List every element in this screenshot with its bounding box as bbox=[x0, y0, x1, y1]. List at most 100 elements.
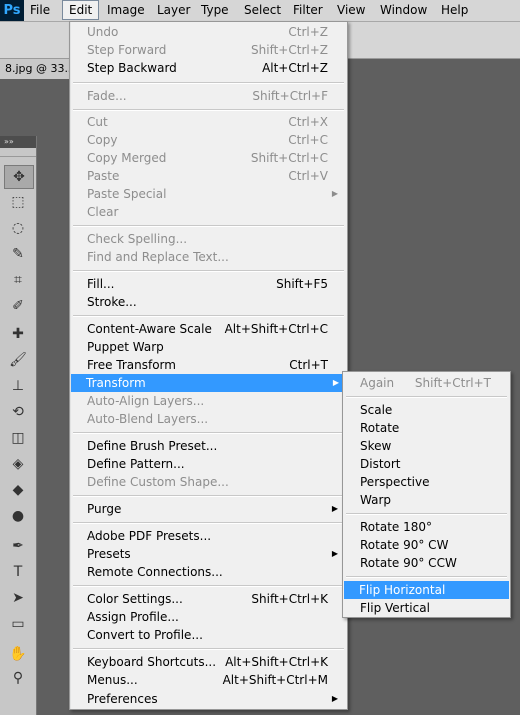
pen-tool-icon[interactable]: ✒ bbox=[4, 535, 32, 557]
menu-separator bbox=[73, 585, 344, 587]
edit-menu-item-content-aware-scale[interactable]: Content-Aware Scale Alt+Shift+Ctrl+C bbox=[72, 320, 345, 338]
type-tool-icon[interactable]: T bbox=[4, 561, 32, 583]
document-tab[interactable]: 8.jpg @ 33.3 bbox=[0, 59, 72, 79]
menu-item-label: Skew bbox=[360, 439, 392, 453]
tools-panel-header[interactable]: »» bbox=[0, 136, 36, 148]
crop-tool-icon[interactable]: ⌗ bbox=[4, 269, 32, 291]
edit-menu-item-copy: Copy Ctrl+C bbox=[72, 131, 345, 149]
submenu-arrow-icon: ▶ bbox=[332, 378, 339, 387]
menu-image[interactable]: Image bbox=[101, 0, 151, 20]
eyedropper-tool-icon[interactable]: ✐ bbox=[4, 295, 32, 317]
history-brush-tool-icon[interactable]: ⟲ bbox=[4, 401, 32, 423]
edit-menu-item-convert-to-profile[interactable]: Convert to Profile... bbox=[72, 626, 345, 644]
marquee-tool-icon[interactable]: ⬚ bbox=[4, 191, 32, 213]
move-tool-icon[interactable]: ✥ bbox=[4, 165, 34, 189]
blur-tool-icon[interactable]: ◆ bbox=[4, 479, 32, 501]
menu-item-label: Stroke... bbox=[87, 295, 137, 309]
edit-menu-item-puppet-warp[interactable]: Puppet Warp bbox=[72, 338, 345, 356]
transform-submenu: Again Shift+Ctrl+T Scale Rotate Skew Distort P… bbox=[342, 371, 511, 618]
menu-filter[interactable]: Filter bbox=[287, 0, 329, 20]
transform-menu-item-flip-vertical[interactable]: Flip Vertical bbox=[345, 599, 508, 617]
menu-view[interactable]: View bbox=[331, 0, 371, 20]
edit-menu-item-clear: Clear bbox=[72, 203, 345, 221]
brush-tool-icon[interactable]: 🖌 bbox=[4, 349, 32, 371]
menu-item-label: Keyboard Shortcuts... bbox=[87, 655, 217, 669]
clone-stamp-tool-icon[interactable]: ⊥ bbox=[4, 375, 32, 397]
healing-brush-tool-icon[interactable]: ✚ bbox=[4, 323, 32, 345]
edit-menu-item-copy-merged: Copy Merged Shift+Ctrl+C bbox=[72, 149, 345, 167]
menu-item-label: Check Spelling... bbox=[87, 232, 188, 246]
menu-item-label: Define Custom Shape... bbox=[87, 475, 229, 489]
edit-menu: Undo Ctrl+Z Step Forward Shift+Ctrl+Z Step B… bbox=[69, 21, 348, 710]
rectangle-tool-icon[interactable]: ▭ bbox=[4, 613, 32, 635]
edit-menu-item-menus[interactable]: Menus... Alt+Shift+Ctrl+M bbox=[72, 671, 345, 689]
menu-item-label: Rotate 90° CCW bbox=[360, 556, 457, 570]
menu-layer[interactable]: Layer bbox=[151, 0, 196, 20]
paint-bucket-tool-icon[interactable]: ◈ bbox=[4, 453, 32, 475]
lasso-tool-icon[interactable]: ◌ bbox=[4, 217, 32, 239]
edit-menu-item-define-pattern[interactable]: Define Pattern... bbox=[72, 455, 345, 473]
edit-menu-item-preferences[interactable]: Preferences ▶ bbox=[72, 690, 345, 708]
menu-item-shortcut: Ctrl+Z bbox=[288, 25, 328, 39]
edit-menu-item-define-custom-shape: Define Custom Shape... bbox=[72, 473, 345, 491]
menu-item-label: Assign Profile... bbox=[87, 610, 179, 624]
menu-item-label: Distort bbox=[360, 457, 401, 471]
menu-item-label: Fill... bbox=[87, 277, 115, 291]
menu-item-shortcut: Alt+Shift+Ctrl+K bbox=[225, 655, 328, 669]
menu-item-shortcut: Shift+Ctrl+Z bbox=[251, 43, 328, 57]
transform-menu-item-scale[interactable]: Scale bbox=[345, 401, 508, 419]
transform-menu-item-rotate-90-cw[interactable]: Rotate 90° CW bbox=[345, 536, 508, 554]
menu-edit[interactable]: Edit bbox=[62, 0, 100, 20]
edit-menu-item-adobe-pdf-presets[interactable]: Adobe PDF Presets... bbox=[72, 527, 345, 545]
edit-menu-item-transform[interactable]: Transform ▶ bbox=[71, 374, 346, 392]
menu-separator bbox=[73, 82, 344, 84]
menu-item-label: Step Forward bbox=[87, 43, 167, 57]
menu-item-label: Paste bbox=[87, 169, 120, 183]
menu-separator bbox=[73, 432, 344, 434]
menu-select[interactable]: Select bbox=[238, 0, 287, 20]
edit-menu-item-fill[interactable]: Fill... Shift+F5 bbox=[72, 275, 345, 293]
path-selection-tool-icon[interactable]: ➤ bbox=[4, 587, 32, 609]
transform-menu-item-skew[interactable]: Skew bbox=[345, 437, 508, 455]
quick-selection-tool-icon[interactable]: ✎ bbox=[4, 243, 32, 265]
menu-item-shortcut: Ctrl+T bbox=[289, 358, 328, 372]
edit-menu-item-free-transform[interactable]: Free Transform Ctrl+T bbox=[72, 356, 345, 374]
edit-menu-item-remote-connections[interactable]: Remote Connections... bbox=[72, 563, 345, 581]
submenu-arrow-icon: ▶ bbox=[331, 694, 338, 703]
menu-item-label: Flip Horizontal bbox=[359, 583, 446, 597]
transform-menu-item-distort[interactable]: Distort bbox=[345, 455, 508, 473]
edit-menu-item-step-backward[interactable]: Step Backward Alt+Ctrl+Z bbox=[72, 59, 345, 77]
edit-menu-item-keyboard-shortcuts[interactable]: Keyboard Shortcuts... Alt+Shift+Ctrl+K bbox=[72, 653, 345, 671]
menu-file[interactable]: File bbox=[24, 0, 56, 20]
menu-item-shortcut: Shift+Ctrl+T bbox=[414, 376, 491, 390]
menu-type[interactable]: Type bbox=[195, 0, 235, 20]
hand-tool-icon[interactable]: ✋ bbox=[4, 643, 32, 665]
menu-separator bbox=[346, 576, 507, 578]
transform-menu-item-perspective[interactable]: Perspective bbox=[345, 473, 508, 491]
transform-menu-item-flip-horizontal[interactable]: Flip Horizontal bbox=[344, 581, 509, 599]
transform-menu-item-warp[interactable]: Warp bbox=[345, 491, 508, 509]
menu-item-label: Define Pattern... bbox=[87, 457, 185, 471]
zoom-tool-icon[interactable]: ⚲ bbox=[4, 667, 32, 689]
edit-menu-item-stroke[interactable]: Stroke... bbox=[72, 293, 345, 311]
menu-item-label: Transform bbox=[86, 376, 146, 390]
transform-menu-item-rotate-180[interactable]: Rotate 180° bbox=[345, 518, 508, 536]
edit-menu-item-purge[interactable]: Purge ▶ bbox=[72, 500, 345, 518]
menu-item-shortcut: Ctrl+C bbox=[288, 133, 328, 147]
eraser-tool-icon[interactable]: ◫ bbox=[4, 427, 32, 449]
edit-menu-item-color-settings[interactable]: Color Settings... Shift+Ctrl+K bbox=[72, 590, 345, 608]
menu-item-label: Warp bbox=[360, 493, 392, 507]
edit-menu-item-assign-profile[interactable]: Assign Profile... bbox=[72, 608, 345, 626]
menu-item-label: Perspective bbox=[360, 475, 430, 489]
menu-item-label: Cut bbox=[87, 115, 108, 129]
menu-help[interactable]: Help bbox=[435, 0, 474, 20]
submenu-arrow-icon: ▶ bbox=[331, 189, 338, 198]
menu-window[interactable]: Window bbox=[374, 0, 433, 20]
transform-menu-item-rotate-90-ccw[interactable]: Rotate 90° CCW bbox=[345, 554, 508, 572]
dodge-tool-icon[interactable]: ● bbox=[4, 505, 32, 527]
edit-menu-item-define-brush-preset[interactable]: Define Brush Preset... bbox=[72, 437, 345, 455]
menu-item-label: Undo bbox=[87, 25, 119, 39]
transform-menu-item-rotate[interactable]: Rotate bbox=[345, 419, 508, 437]
tools-panel-grip[interactable] bbox=[0, 148, 36, 157]
edit-menu-item-presets[interactable]: Presets ▶ bbox=[72, 545, 345, 563]
